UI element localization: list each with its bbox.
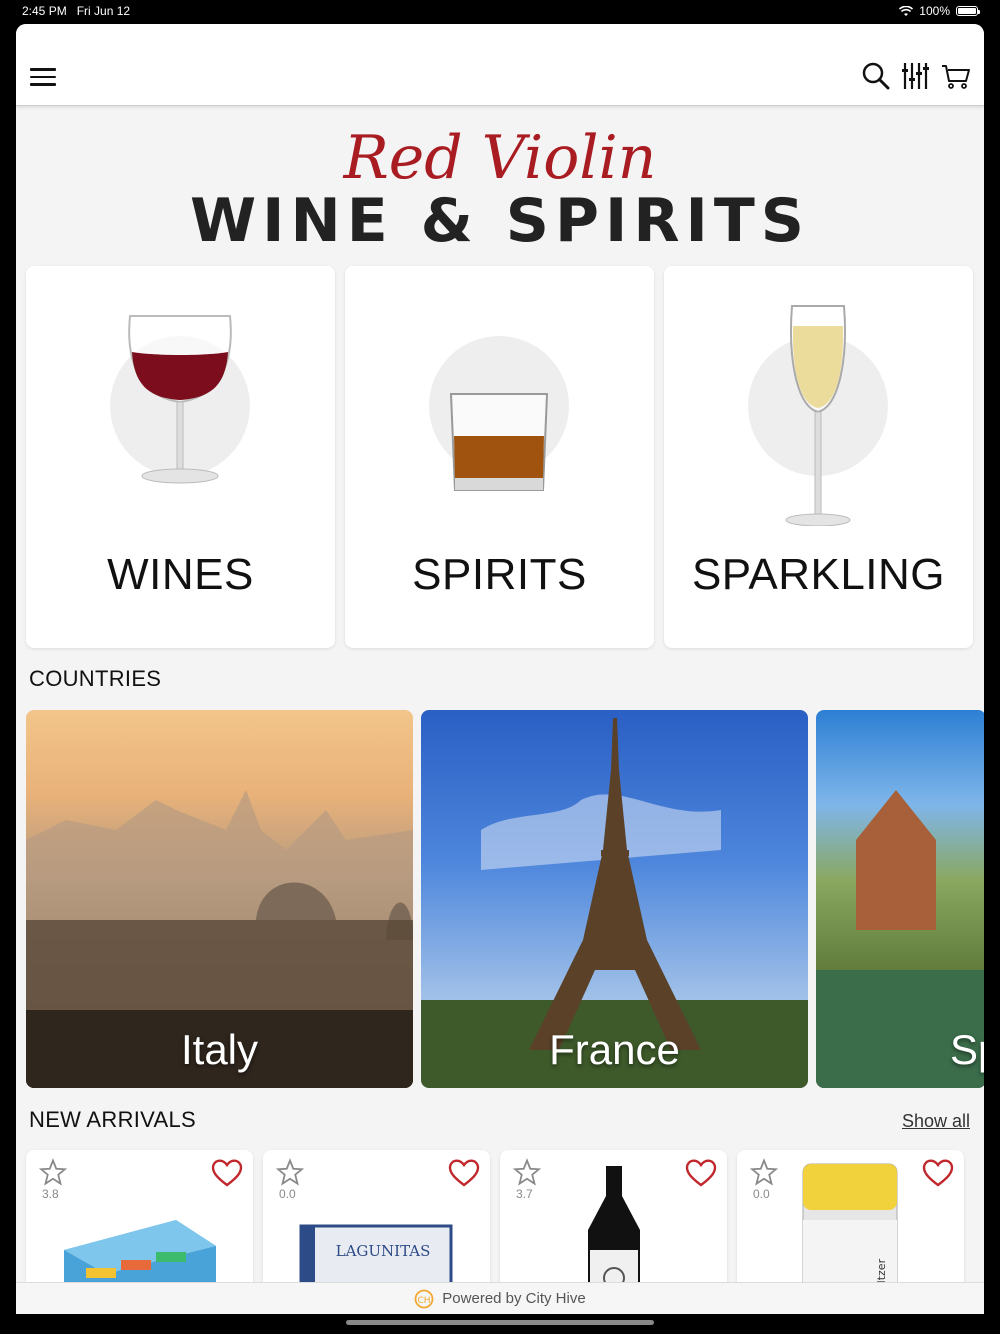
favorite-heart-icon[interactable] [448, 1158, 480, 1188]
favorite-heart-icon[interactable] [922, 1158, 954, 1188]
countries-carousel[interactable]: Italy France Sp [26, 710, 984, 1088]
home-indicator[interactable] [346, 1320, 654, 1325]
battery-percent: 100% [919, 4, 950, 18]
favorite-heart-icon[interactable] [211, 1158, 243, 1188]
country-label: France [549, 1026, 680, 1073]
rating-value: 0.0 [753, 1187, 770, 1201]
category-card-sparkling[interactable]: SPARKLING [664, 266, 973, 648]
status-right: 100% [899, 4, 980, 18]
app-window: Red Violin WINE & SPIRITS WINES SPIRITS [16, 24, 984, 1314]
category-label: SPARKLING [691, 550, 946, 599]
star-rating-icon[interactable] [275, 1158, 305, 1188]
category-row: WINES SPIRITS SPARKLING [26, 266, 973, 648]
country-label: Sp [950, 1026, 984, 1073]
show-all-link[interactable]: Show all [902, 1111, 970, 1132]
city-hive-logo-icon: CH [414, 1289, 434, 1308]
logo-script-text: Red Violin [343, 123, 657, 193]
status-bar: 2:45 PM Fri Jun 12 100% [0, 0, 1000, 24]
star-rating-icon[interactable] [749, 1158, 779, 1188]
status-time: 2:45 PM Fri Jun 12 [22, 4, 131, 18]
red-wine-glass-icon [128, 315, 232, 484]
country-label: Italy [180, 1026, 259, 1073]
rating-value: 3.8 [42, 1187, 59, 1201]
rating-value: 3.7 [516, 1187, 533, 1201]
category-card-spirits[interactable]: SPIRITS [345, 266, 654, 648]
favorite-heart-icon[interactable] [685, 1158, 717, 1188]
footer-text: Powered by City Hive [442, 1290, 586, 1307]
star-rating-icon[interactable] [512, 1158, 542, 1188]
filter-sliders-icon[interactable] [900, 60, 932, 92]
svg-text:CH: CH [418, 1296, 431, 1306]
top-navbar [16, 24, 984, 106]
country-card-spain[interactable]: Sp [816, 710, 984, 1088]
product-brand-text: LAGUNITAS [336, 1242, 431, 1260]
star-rating-icon[interactable] [38, 1158, 68, 1188]
logo-main-text: WINE & SPIRITS [190, 186, 810, 256]
cart-icon[interactable] [940, 60, 972, 92]
wifi-icon [899, 5, 914, 16]
store-logo: Red Violin WINE & SPIRITS [16, 116, 984, 256]
category-label: WINES [107, 550, 254, 599]
category-card-wines[interactable]: WINES [26, 266, 335, 648]
powered-by-footer: CH Powered by City Hive [16, 1282, 984, 1314]
search-icon[interactable] [860, 60, 892, 92]
nav-actions [860, 60, 972, 92]
country-card-france[interactable]: France [421, 710, 808, 1088]
category-label: SPIRITS [412, 550, 587, 599]
country-card-italy[interactable]: Italy [26, 710, 413, 1088]
whiskey-glass-icon [449, 393, 549, 491]
rating-value: 0.0 [279, 1187, 296, 1201]
hamburger-menu-icon[interactable] [30, 68, 56, 88]
champagne-flute-icon [785, 305, 851, 526]
new-arrivals-title: NEW ARRIVALS [29, 1107, 197, 1132]
battery-icon [956, 6, 980, 16]
countries-section-title: COUNTRIES [29, 666, 162, 691]
